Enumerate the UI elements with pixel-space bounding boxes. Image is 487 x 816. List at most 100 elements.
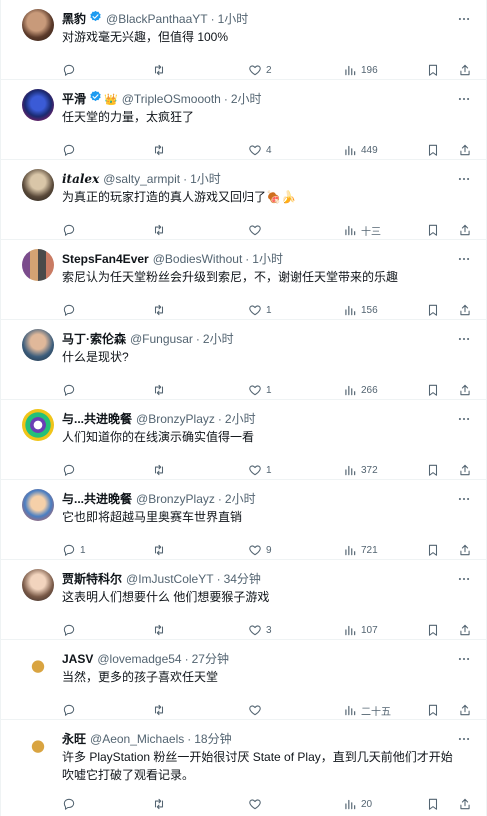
share-button[interactable]: [458, 220, 472, 240]
avatar[interactable]: [22, 329, 54, 361]
share-button[interactable]: [458, 140, 472, 160]
like-button[interactable]: 9: [248, 540, 272, 560]
display-name[interactable]: JASV: [62, 650, 93, 668]
display-name[interactable]: 马丁·索伦森: [62, 330, 126, 348]
retweet-button[interactable]: [152, 300, 166, 320]
reply-button[interactable]: [62, 620, 80, 640]
timestamp[interactable]: 34分钟: [224, 570, 261, 588]
more-icon[interactable]: [457, 732, 471, 746]
tweet[interactable]: 与...共进晚餐 @BronzyPlayz · 2小时 它也即将超越马里奥赛车世…: [1, 480, 486, 560]
like-button[interactable]: [248, 794, 266, 814]
like-button[interactable]: [248, 220, 266, 240]
share-button[interactable]: [458, 380, 472, 400]
display-name[interactable]: StepsFan4Ever: [62, 250, 149, 268]
display-name[interactable]: 贾斯特科尔: [62, 570, 122, 588]
reply-button[interactable]: [62, 794, 80, 814]
more-icon[interactable]: [457, 172, 471, 186]
retweet-button[interactable]: [152, 380, 166, 400]
avatar[interactable]: [22, 649, 54, 681]
tweet[interactable]: 马丁·索伦森 @Fungusar · 2小时 什么是现状? 1 266: [1, 320, 486, 400]
reply-button[interactable]: 1: [62, 540, 86, 560]
retweet-button[interactable]: [152, 540, 166, 560]
user-handle[interactable]: @BlackPanthaaYT: [106, 10, 208, 28]
avatar[interactable]: [22, 569, 54, 601]
like-button[interactable]: 3: [248, 620, 272, 640]
bookmark-button[interactable]: [426, 300, 440, 320]
more-icon[interactable]: [457, 492, 471, 506]
more-icon[interactable]: [457, 412, 471, 426]
timestamp[interactable]: 1小时: [252, 250, 283, 268]
more-icon[interactable]: [457, 332, 471, 346]
retweet-button[interactable]: [152, 700, 166, 720]
share-button[interactable]: [458, 300, 472, 320]
more-icon[interactable]: [457, 92, 471, 106]
avatar[interactable]: [22, 249, 54, 281]
views-button[interactable]: 20: [343, 794, 372, 814]
reply-button[interactable]: [62, 380, 80, 400]
views-button[interactable]: 721: [343, 540, 378, 560]
timestamp[interactable]: 2小时: [225, 410, 256, 428]
display-name[interactable]: 与...共进晚餐: [62, 410, 132, 428]
views-button[interactable]: 266: [343, 380, 378, 400]
user-handle[interactable]: @TripleOSmoooth: [122, 90, 221, 108]
timestamp[interactable]: 1小时: [218, 10, 249, 28]
user-handle[interactable]: @BronzyPlayz: [136, 490, 215, 508]
avatar[interactable]: [22, 89, 54, 121]
tweet[interactable]: 黑豹 @BlackPanthaaYT · 1小时 对游戏毫无兴趣，但值得 100…: [1, 0, 486, 80]
avatar[interactable]: [22, 409, 54, 441]
like-button[interactable]: 1: [248, 380, 272, 400]
display-name[interactable]: 平滑: [62, 90, 86, 108]
reply-button[interactable]: [62, 300, 80, 320]
timestamp[interactable]: 27分钟: [192, 650, 229, 668]
display-name[interactable]: 黑豹: [62, 10, 86, 28]
display-name[interactable]: 与...共进晚餐: [62, 490, 132, 508]
avatar[interactable]: [22, 729, 54, 761]
tweet[interactable]: 永旺 @Aeon_Michaels · 18分钟 许多 PlayStation …: [1, 720, 486, 816]
retweet-button[interactable]: [152, 220, 166, 240]
reply-button[interactable]: [62, 220, 80, 240]
share-button[interactable]: [458, 794, 472, 814]
like-button[interactable]: [248, 700, 266, 720]
display-name[interactable]: italex: [62, 170, 99, 188]
tweet[interactable]: 与...共进晚餐 @BronzyPlayz · 2小时 人们知道你的在线演示确实…: [1, 400, 486, 480]
tweet[interactable]: 平滑 👑 @TripleOSmoooth · 2小时 任天堂的力量，太疯狂了 4: [1, 80, 486, 160]
tweet[interactable]: JASV @lovemadge54 · 27分钟 当然，更多的孩子喜欢任天堂 二…: [1, 640, 486, 720]
tweet[interactable]: 贾斯特科尔 @ImJustColeYT · 34分钟 这表明人们想要什么 他们想…: [1, 560, 486, 640]
user-handle[interactable]: @lovemadge54: [97, 650, 181, 668]
display-name[interactable]: 永旺: [62, 730, 86, 748]
bookmark-button[interactable]: [426, 140, 440, 160]
more-icon[interactable]: [457, 572, 471, 586]
avatar[interactable]: [22, 169, 54, 201]
reply-button[interactable]: [62, 700, 80, 720]
user-handle[interactable]: @Fungusar: [130, 330, 193, 348]
like-button[interactable]: 4: [248, 140, 272, 160]
reply-button[interactable]: [62, 60, 80, 80]
timestamp[interactable]: 18分钟: [194, 730, 231, 748]
bookmark-button[interactable]: [426, 700, 440, 720]
like-button[interactable]: 2: [248, 60, 272, 80]
like-button[interactable]: 1: [248, 300, 272, 320]
more-icon[interactable]: [457, 652, 471, 666]
retweet-button[interactable]: [152, 460, 166, 480]
retweet-button[interactable]: [152, 620, 166, 640]
user-handle[interactable]: @Aeon_Michaels: [90, 730, 184, 748]
share-button[interactable]: [458, 620, 472, 640]
tweet[interactable]: StepsFan4Ever @BodiesWithout · 1小时 索尼认为任…: [1, 240, 486, 320]
avatar[interactable]: [22, 9, 54, 41]
bookmark-button[interactable]: [426, 794, 440, 814]
bookmark-button[interactable]: [426, 460, 440, 480]
user-handle[interactable]: @BronzyPlayz: [136, 410, 215, 428]
user-handle[interactable]: @BodiesWithout: [153, 250, 243, 268]
views-button[interactable]: 十三: [343, 220, 381, 240]
reply-button[interactable]: [62, 140, 80, 160]
tweet[interactable]: italex @salty_armpit · 1小时 为真正的玩家打造的真人游戏…: [1, 160, 486, 240]
bookmark-button[interactable]: [426, 620, 440, 640]
avatar[interactable]: [22, 489, 54, 521]
share-button[interactable]: [458, 460, 472, 480]
share-button[interactable]: [458, 60, 472, 80]
more-icon[interactable]: [457, 12, 471, 26]
bookmark-button[interactable]: [426, 60, 440, 80]
bookmark-button[interactable]: [426, 220, 440, 240]
views-button[interactable]: 107: [343, 620, 378, 640]
timestamp[interactable]: 2小时: [225, 490, 256, 508]
